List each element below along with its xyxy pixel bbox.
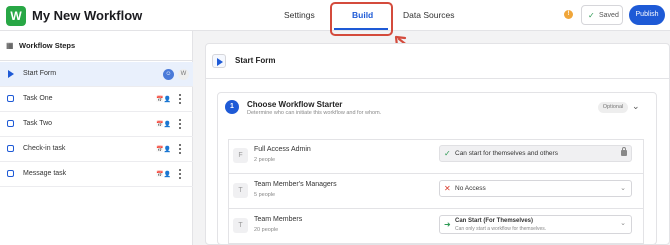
permission-value: Can Start (For Themselves): [455, 218, 534, 224]
calendar-user-icon: 📅👤: [156, 97, 171, 103]
checkmark-icon: ✓: [588, 11, 595, 20]
chevron-down-icon[interactable]: ⌄: [632, 101, 640, 112]
group-name: Team Member's Managers: [254, 181, 337, 188]
tab-settings[interactable]: Settings: [284, 10, 315, 20]
step-label: Message task: [23, 170, 67, 177]
saved-label: Saved: [599, 12, 619, 19]
group-count: 20 people: [254, 227, 279, 233]
play-icon: [8, 70, 14, 78]
more-options-icon[interactable]: [175, 167, 185, 182]
permission-select[interactable]: ✕ No Access ⌄: [439, 180, 632, 197]
starter-title: Choose Workflow Starter: [247, 100, 343, 109]
sidebar-title: Workflow Steps: [19, 41, 76, 50]
permission-row: F Full Access Admin 2 people ✓ Can start…: [228, 139, 644, 174]
step-label: Start Form: [23, 70, 57, 77]
group-count: 2 people: [254, 157, 276, 163]
x-icon: ✕: [444, 184, 451, 193]
task-icon: [7, 170, 14, 177]
build-tab-highlight: [330, 2, 393, 36]
sidebar-item-task-one[interactable]: Task One 📅👤: [0, 87, 193, 112]
group-avatar: F: [233, 148, 248, 163]
section-title: Start Form: [235, 56, 276, 65]
divider: [205, 78, 670, 79]
saved-status-button[interactable]: ✓ Saved: [581, 5, 623, 25]
sidebar-header: ▦ Workflow Steps: [0, 31, 193, 61]
step-label: Check-in task: [23, 145, 66, 152]
group-name: Team Members: [254, 216, 303, 223]
app-logo[interactable]: W: [6, 6, 26, 26]
step-label: Task Two: [23, 120, 53, 127]
sidebar-item-start-form[interactable]: Start Form ☺ W: [0, 62, 193, 87]
permission-row: T Team Members 20 people ➜ Can Start (Fo…: [228, 209, 644, 244]
checkmark-icon: ✓: [444, 149, 451, 158]
optional-badge: Optional: [598, 102, 628, 113]
task-icon: [7, 145, 14, 152]
workflow-steps-sidebar: ▦ Workflow Steps Start Form ☺ W Task One…: [0, 31, 193, 245]
workflow-title[interactable]: My New Workflow: [32, 8, 142, 23]
workflow-steps-icon: ▦: [6, 41, 14, 50]
sidebar-item-message-task[interactable]: Message task 📅👤: [0, 162, 193, 187]
calendar-user-icon: 📅👤: [156, 122, 171, 128]
sidebar-item-check-in-task[interactable]: Check-in task 📅👤: [0, 137, 193, 162]
lock-icon: [621, 147, 627, 156]
calendar-user-icon: 📅👤: [156, 172, 171, 178]
step-number-badge: 1: [225, 100, 239, 114]
permission-row: T Team Member's Managers 5 people ✕ No A…: [228, 174, 644, 209]
publish-button[interactable]: Publish: [629, 5, 665, 25]
user-avatar-icon: ☺: [163, 69, 174, 80]
more-options-icon[interactable]: [175, 92, 185, 107]
step-label: Task One: [23, 95, 53, 102]
group-avatar: T: [233, 183, 248, 198]
arrow-right-icon: ➜: [444, 220, 451, 229]
more-options-icon[interactable]: [175, 117, 185, 132]
warning-icon[interactable]: !: [564, 10, 573, 19]
chevron-down-icon: ⌄: [620, 185, 626, 192]
play-icon: [212, 54, 226, 68]
more-options-icon[interactable]: [175, 142, 185, 157]
permission-select: ✓ Can start for themselves and others: [439, 145, 632, 162]
task-icon: [7, 95, 14, 102]
group-count: 5 people: [254, 192, 276, 198]
permission-value: No Access: [455, 185, 486, 192]
permission-select[interactable]: ➜ Can Start (For Themselves) Can only st…: [439, 215, 632, 234]
tab-data-sources[interactable]: Data Sources: [403, 10, 455, 20]
calendar-user-icon: 📅👤: [156, 147, 171, 153]
group-name: Full Access Admin: [254, 146, 311, 153]
permission-value: Can start for themselves and others: [455, 150, 558, 157]
step-badge: W: [178, 69, 189, 80]
sidebar-item-task-two[interactable]: Task Two 📅👤: [0, 112, 193, 137]
chevron-down-icon: ⌄: [620, 220, 626, 227]
group-avatar: T: [233, 218, 248, 233]
permission-subtext: Can only start a workflow for themselves…: [455, 226, 547, 232]
task-icon: [7, 120, 14, 127]
starter-subtitle: Determine who can initiate this workflow…: [247, 110, 382, 116]
